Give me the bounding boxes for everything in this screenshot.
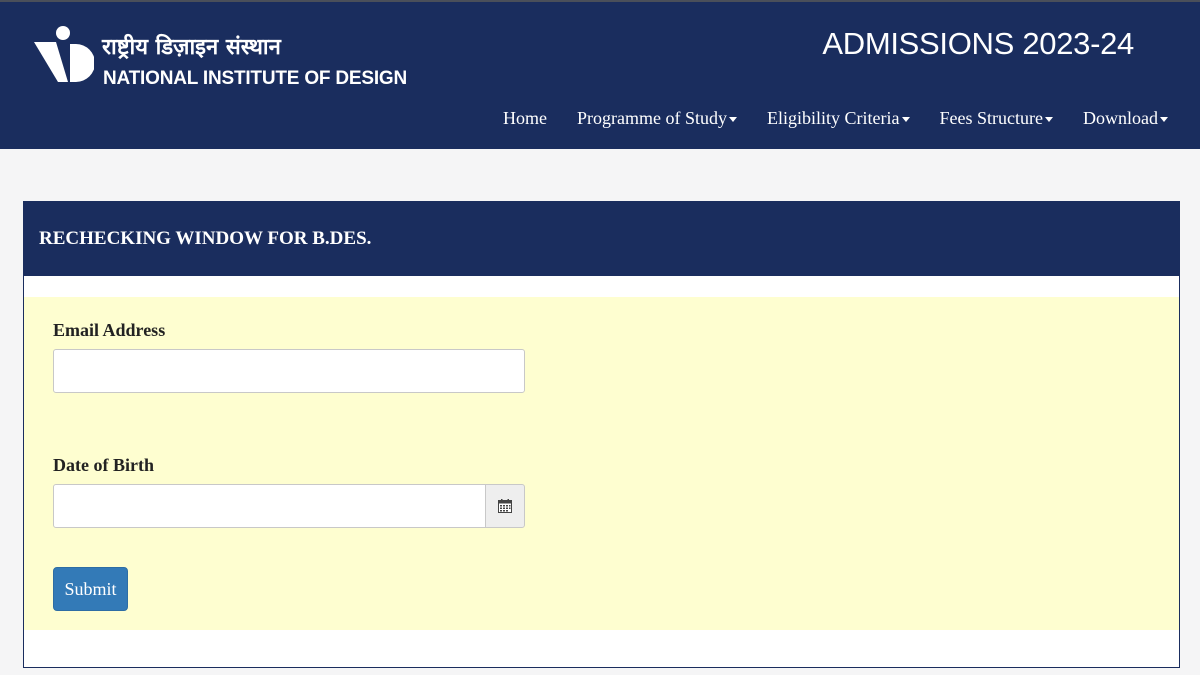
nid-logo-icon[interactable] <box>32 24 94 86</box>
calendar-icon <box>498 499 512 513</box>
dob-label: Date of Birth <box>53 455 154 475</box>
email-field[interactable] <box>53 349 525 393</box>
institute-name-english: NATIONAL INSTITUTE OF DESIGN <box>103 68 408 89</box>
panel-title: RECHECKING WINDOW FOR B.DES. <box>39 228 372 249</box>
main-nav: Home Programme of Study Eligibility Crit… <box>473 106 1168 130</box>
nav-item-label: Programme of Study <box>577 108 728 128</box>
nav-item-home[interactable]: Home <box>503 106 547 130</box>
caret-down-icon <box>729 116 738 122</box>
email-label: Email Address <box>53 320 166 340</box>
nav-item-label: Download <box>1083 108 1158 128</box>
submit-button[interactable]: Submit <box>53 567 128 611</box>
institute-name-hindi: राष्ट्रीय डिज़ाइन संस्थान <box>102 35 281 60</box>
nav-item-label: Fees Structure <box>939 108 1043 128</box>
panel-heading: RECHECKING WINDOW FOR B.DES. <box>24 202 1179 276</box>
nav-item-eligibility-criteria[interactable]: Eligibility Criteria <box>767 106 910 130</box>
nav-item-label: Eligibility Criteria <box>767 108 900 128</box>
calendar-button[interactable] <box>485 484 525 528</box>
nav-item-label: Home <box>503 108 548 128</box>
site-header: राष्ट्रीय डिज़ाइन संस्थान NATIONAL INSTI… <box>0 2 1200 149</box>
caret-down-icon <box>1045 116 1053 122</box>
admissions-title: ADMISSIONS 2023-24 <box>822 26 1134 61</box>
caret-down-icon <box>901 116 910 122</box>
dob-field[interactable] <box>53 484 486 528</box>
dob-input-group <box>53 484 525 528</box>
caret-down-icon <box>1160 116 1168 122</box>
nav-item-programme-of-study[interactable]: Programme of Study <box>577 106 738 130</box>
rechecking-form: Email Address Date of Birth Submit <box>24 297 1179 630</box>
rechecking-panel: RECHECKING WINDOW FOR B.DES. Email Addre… <box>23 201 1180 668</box>
nav-item-download[interactable]: Download <box>1083 106 1168 130</box>
nav-item-fees-structure[interactable]: Fees Structure <box>940 106 1053 130</box>
